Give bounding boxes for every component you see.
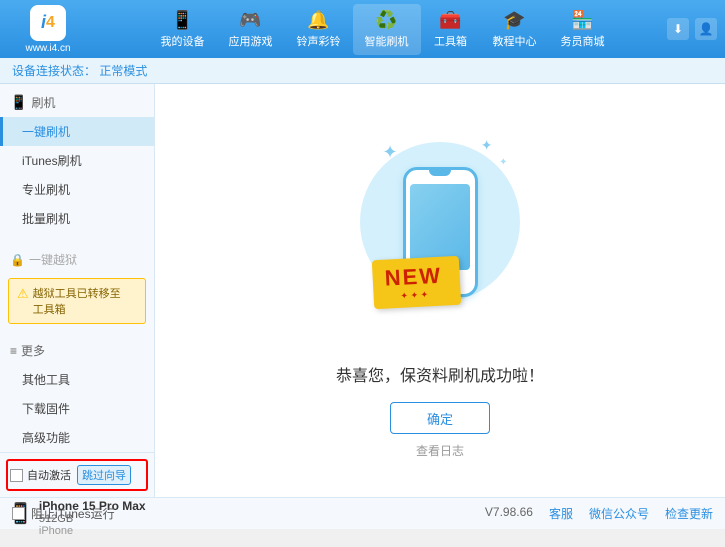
itunes-flash-label: iTunes刷机 <box>22 152 82 169</box>
sidebar-item-advanced[interactable]: 高级功能 <box>0 423 154 452</box>
footer-right: V7.98.66 客服 微信公众号 检查更新 <box>485 505 713 522</box>
sidebar-flash-label: 刷机 <box>31 94 55 111</box>
sidebar-flash-header[interactable]: 📱 刷机 <box>0 88 154 117</box>
nav-my-device-label: 我的设备 <box>161 33 205 49</box>
sidebar: 📱 刷机 一键刷机 iTunes刷机 专业刷机 批量刷机 🔒 一键越狱 ⚠ 越狱… <box>0 84 155 497</box>
view-log-link[interactable]: 查看日志 <box>416 442 464 459</box>
sidebar-more-header: ≡ 更多 <box>0 336 154 365</box>
ringtone-icon: 🔔 <box>307 10 329 31</box>
jailbreak-label: 一键越狱 <box>29 251 77 268</box>
more-label: 更多 <box>21 342 45 359</box>
version-text: V7.98.66 <box>485 505 533 522</box>
other-tools-label: 其他工具 <box>22 371 70 388</box>
service-icon: 🏪 <box>571 10 593 31</box>
nav-tutorials[interactable]: 🎓 教程中心 <box>481 4 549 55</box>
tutorials-icon: 🎓 <box>503 10 525 31</box>
sidebar-item-download-fw[interactable]: 下载固件 <box>0 394 154 423</box>
one-key-flash-label: 一键刷机 <box>22 123 70 140</box>
download-button[interactable]: ⬇ <box>667 18 689 40</box>
sidebar-item-batch-flash[interactable]: 批量刷机 <box>0 204 154 233</box>
sidebar-bottom: 自动激活 跳过向导 📱 iPhone 15 Pro Max 512GB iPho… <box>0 452 154 547</box>
nav-ringtone-label: 铃声彩铃 <box>297 33 341 49</box>
nav-my-device[interactable]: 📱 我的设备 <box>149 4 217 55</box>
footer-left: 阻止iTunes运行 <box>12 505 115 522</box>
check-update-link[interactable]: 检查更新 <box>665 505 713 522</box>
new-text: NEW <box>384 263 443 292</box>
apps-games-icon: 🎮 <box>239 10 261 31</box>
phone-notch <box>429 170 451 176</box>
advanced-label: 高级功能 <box>22 429 70 446</box>
nav-smart-flash[interactable]: ♻️ 智能刷机 <box>353 4 421 55</box>
confirm-label: 确定 <box>427 409 453 428</box>
auto-activate-checkbox[interactable] <box>10 469 23 482</box>
auto-activate-row: 自动激活 跳过向导 <box>6 459 148 491</box>
new-banner: NEW ✦ ✦ ✦ <box>371 256 461 310</box>
sparkle-small: ✦ <box>499 157 507 168</box>
nav-ringtone[interactable]: 🔔 铃声彩铃 <box>285 4 353 55</box>
topbar: i4 www.i4.cn 📱 我的设备 🎮 应用游戏 🔔 铃声彩铃 ♻️ 智能刷… <box>0 0 725 58</box>
nav-bar: 📱 我的设备 🎮 应用游戏 🔔 铃声彩铃 ♻️ 智能刷机 🧰 工具箱 🎓 教程中… <box>98 4 667 55</box>
sparkle-right: ✦ <box>481 137 493 154</box>
nav-apps-games[interactable]: 🎮 应用游戏 <box>217 4 285 55</box>
nav-toolbox[interactable]: 🧰 工具箱 <box>421 4 481 55</box>
success-message: 恭喜您，保资料刷机成功啦！ <box>336 362 544 386</box>
stop-itunes-checkbox[interactable] <box>12 507 25 520</box>
nav-toolbox-label: 工具箱 <box>434 33 467 49</box>
nav-service[interactable]: 🏪 务员商城 <box>549 4 617 55</box>
content-area: NEW ✦ ✦ ✦ ✦ ✦ ✦ 恭喜您，保资料刷机成功啦！ 确定 查看日志 <box>155 84 725 497</box>
stop-itunes-label: 阻止iTunes运行 <box>31 505 115 522</box>
logo-text: www.i4.cn <box>25 43 70 54</box>
main: 📱 刷机 一键刷机 iTunes刷机 专业刷机 批量刷机 🔒 一键越狱 ⚠ 越狱… <box>0 84 725 497</box>
smart-flash-icon: ♻️ <box>375 10 397 31</box>
statusbar-status: 正常模式 <box>99 64 147 78</box>
sidebar-item-itunes-flash[interactable]: iTunes刷机 <box>0 146 154 175</box>
more-icon: ≡ <box>10 344 17 358</box>
sidebar-notice: ⚠ 越狱工具已转移至 工具箱 <box>8 278 146 324</box>
sidebar-item-one-key-flash[interactable]: 一键刷机 <box>0 117 154 146</box>
sidebar-item-pro-flash[interactable]: 专业刷机 <box>0 175 154 204</box>
confirm-button[interactable]: 确定 <box>390 402 490 434</box>
logo-icon: i4 <box>30 5 66 41</box>
auto-guide-button[interactable]: 跳过向导 <box>77 465 131 485</box>
statusbar-prefix: 设备连接状态： <box>12 64 96 78</box>
sidebar-jailbreak-header: 🔒 一键越狱 <box>0 245 154 274</box>
sidebar-item-other-tools[interactable]: 其他工具 <box>0 365 154 394</box>
nav-smart-flash-label: 智能刷机 <box>365 33 409 49</box>
wechat-link[interactable]: 微信公众号 <box>589 505 649 522</box>
nav-apps-label: 应用游戏 <box>229 33 273 49</box>
user-button[interactable]: 👤 <box>695 18 717 40</box>
notice-icon: ⚠ <box>17 286 29 302</box>
pro-flash-label: 专业刷机 <box>22 181 70 198</box>
toolbox-icon: 🧰 <box>439 10 461 31</box>
batch-flash-label: 批量刷机 <box>22 210 70 227</box>
sparkle-left: ✦ <box>383 142 398 163</box>
my-device-icon: 📱 <box>171 10 193 31</box>
sidebar-flash-section: 📱 刷机 一键刷机 iTunes刷机 专业刷机 批量刷机 <box>0 84 154 237</box>
flash-group-icon: 📱 <box>10 94 27 111</box>
statusbar: 设备连接状态： 正常模式 <box>0 58 725 84</box>
nav-tutorials-label: 教程中心 <box>493 33 537 49</box>
nav-service-label: 务员商城 <box>561 33 605 49</box>
download-fw-label: 下载固件 <box>22 400 70 417</box>
success-illustration: NEW ✦ ✦ ✦ ✦ ✦ ✦ <box>340 122 540 342</box>
client-service-link[interactable]: 客服 <box>549 505 573 522</box>
auto-activate-label: 自动激活 <box>27 467 71 483</box>
logo-area: i4 www.i4.cn <box>8 5 88 54</box>
topbar-right: ⬇ 👤 <box>667 18 717 40</box>
notice-text: 越狱工具已转移至 工具箱 <box>33 285 121 317</box>
